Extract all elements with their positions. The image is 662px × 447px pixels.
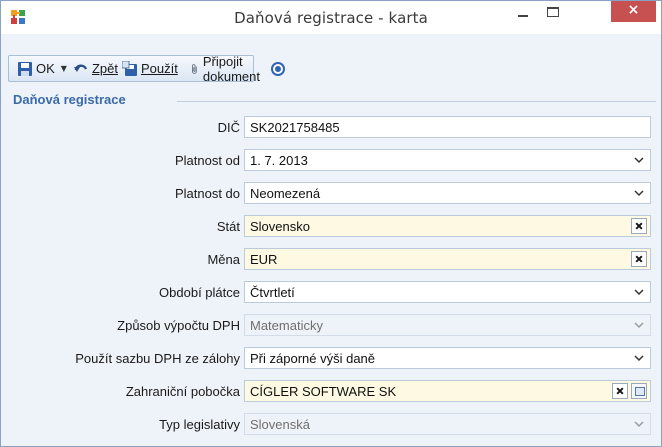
help-button[interactable] [268, 58, 288, 79]
advance-vat-rate-select[interactable]: Při záporné výši daně [244, 347, 651, 369]
country-lookup[interactable]: Slovensko [244, 215, 651, 237]
field-label: Platnost od [174, 153, 240, 168]
field-value: Slovenská [250, 417, 310, 432]
attach-document-button[interactable]: Připojit dokument [188, 54, 268, 84]
window: Daňová registrace - karta × OK ▼ Zpět Po… [0, 0, 662, 447]
vat-calculation-select: Matematicky [244, 314, 651, 336]
ok-button[interactable]: OK [15, 58, 57, 79]
field-value: Při záporné výši daně [250, 351, 376, 366]
field-label: Typ legislativy [159, 417, 240, 432]
open-card-icon[interactable] [631, 383, 647, 399]
form-row-valid-from: Platnost od 1. 7. 2013 [1, 149, 661, 173]
apply-save-icon [121, 60, 137, 76]
chevron-down-icon[interactable] [633, 286, 645, 298]
field-value: CÍGLER SOFTWARE SK [250, 384, 397, 399]
toolbar: OK ▼ Zpět Použít Připojit dokument [8, 54, 285, 84]
floppy-save-icon [18, 61, 32, 76]
clear-icon[interactable] [612, 383, 628, 399]
undo-arrow-icon [73, 64, 88, 72]
field-label: Použít sazbu DPH ze zálohy [75, 351, 240, 366]
close-icon: × [627, 2, 640, 18]
group-title: Daňová registrace [13, 92, 126, 107]
ok-label: OK [36, 61, 55, 76]
field-value: Matematicky [250, 318, 323, 333]
field-label: Způsob výpočtu DPH [117, 318, 240, 333]
chevron-down-icon [634, 322, 644, 329]
form-row-valid-to: Platnost do Neomezená [1, 182, 661, 206]
valid-to-date-picker[interactable]: Neomezená [244, 182, 651, 204]
foreign-branch-lookup[interactable]: CÍGLER SOFTWARE SK [244, 380, 651, 402]
chevron-down-icon [634, 421, 644, 428]
legislation-type-select: Slovenská [244, 413, 651, 435]
maximize-button[interactable] [539, 1, 567, 23]
clear-icon[interactable] [631, 218, 647, 234]
field-value: Slovensko [250, 219, 310, 234]
form-row-currency: Měna EUR [1, 248, 661, 272]
chevron-down-icon[interactable] [633, 187, 645, 199]
chevron-down-icon[interactable] [633, 154, 645, 166]
form-row-legislation: Typ legislativy Slovenská [1, 413, 661, 437]
field-label: Stát [216, 219, 240, 234]
minimize-button[interactable] [509, 1, 537, 23]
form-row-advance-vat: Použít sazbu DPH ze zálohy Při záporné v… [1, 347, 661, 371]
group-divider [177, 101, 656, 102]
title-bar[interactable]: Daňová registrace - karta × [1, 1, 661, 34]
clear-icon[interactable] [631, 251, 647, 267]
ok-dropdown-arrow-icon[interactable]: ▼ [61, 64, 67, 73]
field-value: Čtvrtletí [250, 285, 295, 300]
form-row-period: Období plátce Čtvrtletí [1, 281, 661, 305]
currency-lookup[interactable]: EUR [244, 248, 651, 270]
back-label: Zpět [91, 61, 118, 76]
field-value: Neomezená [250, 186, 321, 201]
attach-label: Připojit dokument [202, 53, 260, 84]
form-row-dic: DIČ SK2021758485 [1, 116, 661, 140]
form-row-country: Stát Slovensko [1, 215, 661, 239]
valid-from-date-picker[interactable]: 1. 7. 2013 [244, 149, 651, 171]
payer-period-select[interactable]: Čtvrtletí [244, 281, 651, 303]
close-button[interactable]: × [611, 1, 656, 22]
help-icon [270, 61, 285, 76]
form-row-vat-method: Způsob výpočtu DPH Matematicky [1, 314, 661, 338]
dic-input[interactable]: SK2021758485 [244, 116, 651, 138]
field-label: DIČ [217, 120, 240, 135]
field-value: 1. 7. 2013 [250, 153, 308, 168]
apply-button[interactable]: Použít [120, 58, 180, 79]
field-label: Měna [207, 252, 240, 267]
field-label: Zahraniční pobočka [125, 384, 240, 399]
paperclip-icon [191, 63, 197, 74]
field-value: EUR [250, 252, 278, 267]
apply-label: Použít [140, 61, 178, 76]
field-value: SK2021758485 [250, 120, 340, 135]
form-row-branch: Zahraniční pobočka CÍGLER SOFTWARE SK [1, 380, 661, 404]
back-button[interactable]: Zpět [71, 58, 120, 79]
field-label: Období plátce [159, 285, 240, 300]
chevron-down-icon[interactable] [633, 352, 645, 364]
field-label: Platnost do [174, 186, 240, 201]
